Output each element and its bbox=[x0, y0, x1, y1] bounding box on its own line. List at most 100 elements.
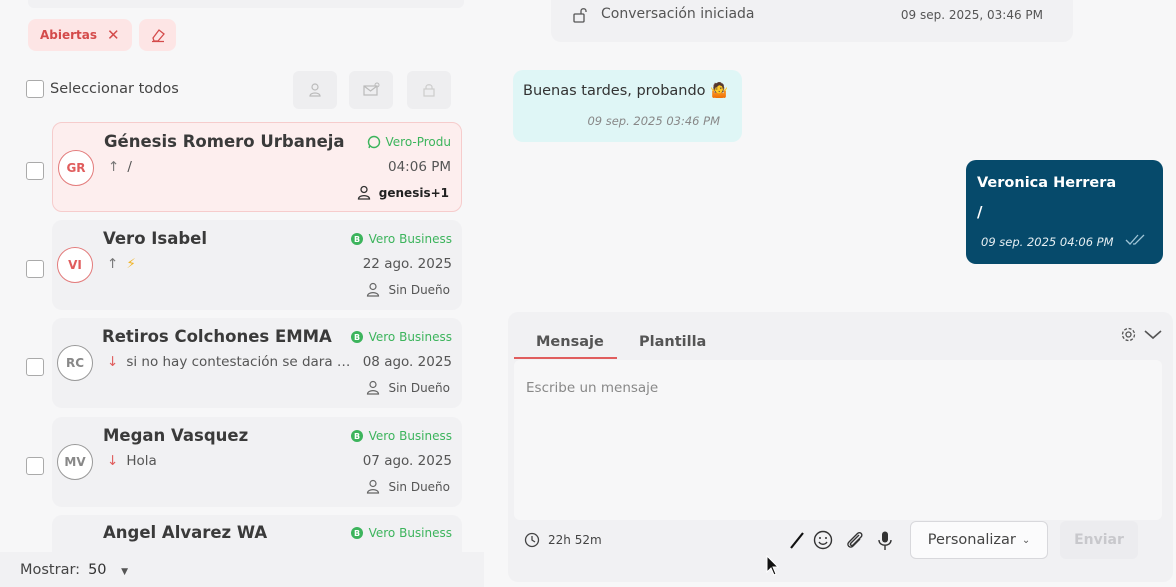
owner-name: Sin Dueño bbox=[388, 380, 450, 395]
gear-icon[interactable] bbox=[1120, 326, 1137, 343]
last-message-date: 22 ago. 2025 bbox=[362, 256, 452, 272]
lock-icon bbox=[423, 84, 435, 97]
avatar: VI bbox=[57, 247, 93, 283]
sender-name: Veronica Herrera bbox=[977, 175, 1117, 191]
assign-user-button[interactable] bbox=[293, 71, 337, 109]
business-icon: B bbox=[350, 430, 363, 442]
conversation-checkbox[interactable] bbox=[26, 162, 44, 180]
outgoing-message-text: / bbox=[977, 203, 983, 221]
outgoing-arrow-icon: ↑ bbox=[108, 159, 120, 175]
conversation-item[interactable]: GR Génesis Romero Urbaneja Vero-Produ ↑ … bbox=[52, 122, 462, 212]
incoming-arrow-icon: ↓ bbox=[107, 453, 119, 469]
user-icon bbox=[367, 282, 380, 297]
conversation-item[interactable]: MV Megan Vasquez B Vero Business ↓ Hola … bbox=[52, 417, 462, 507]
channel-name: Vero Business bbox=[368, 232, 452, 246]
conversation-item[interactable]: VI Vero Isabel B Vero Business ↑ ⚡ 22 ag… bbox=[52, 220, 462, 310]
last-message-date: 07 ago. 2025 bbox=[362, 453, 452, 469]
search-bar-edge bbox=[28, 0, 464, 8]
owner: Sin Dueño bbox=[366, 380, 450, 395]
mark-read-button[interactable] bbox=[349, 71, 393, 109]
paperclip-icon[interactable] bbox=[844, 530, 866, 550]
last-message-date: 04:06 PM bbox=[388, 159, 451, 175]
close-conversation-button[interactable] bbox=[407, 71, 451, 109]
svg-text:B: B bbox=[354, 432, 360, 441]
page-size-select[interactable]: 50 ▼ bbox=[88, 562, 128, 578]
owner: genesis+1 bbox=[357, 185, 449, 200]
mail-icon bbox=[363, 82, 380, 96]
message-composer: Mensaje Plantilla 22h 52m Personalizar ⌄… bbox=[508, 312, 1173, 582]
contact-name: Retiros Colchones EMMA bbox=[102, 327, 332, 346]
incoming-message-text: Buenas tardes, probando 🤷 bbox=[523, 83, 729, 99]
incoming-message: Buenas tardes, probando 🤷 09 sep. 2025 0… bbox=[513, 70, 742, 142]
conversation-list-panel: Abiertas ✕ Seleccionar todos GR Génesis … bbox=[0, 0, 484, 587]
incoming-arrow-icon: ↓ bbox=[107, 354, 119, 370]
pagination-footer: Mostrar: 50 ▼ bbox=[0, 552, 484, 587]
page-size-value: 50 bbox=[88, 561, 107, 578]
contact-name: Vero Isabel bbox=[103, 229, 208, 248]
chevron-down-icon[interactable] bbox=[1143, 326, 1163, 342]
clear-filters-button[interactable] bbox=[139, 19, 176, 51]
channel-name: Vero Business bbox=[368, 526, 452, 540]
show-label: Mostrar: bbox=[20, 561, 81, 578]
preview-text: Hola bbox=[126, 453, 157, 469]
conversation-checkbox[interactable] bbox=[26, 260, 44, 278]
contact-name: Megan Vasquez bbox=[103, 426, 249, 445]
conversation-checkbox[interactable] bbox=[26, 358, 44, 376]
select-all-label: Seleccionar todos bbox=[50, 81, 179, 97]
owner-name: genesis+1 bbox=[378, 185, 449, 200]
owner-name: Sin Dueño bbox=[388, 282, 450, 297]
double-check-icon bbox=[1125, 234, 1145, 245]
svg-text:B: B bbox=[354, 333, 360, 342]
channel-name: Vero-Produ bbox=[385, 135, 451, 149]
owner: Sin Dueño bbox=[366, 479, 450, 494]
app: Abiertas ✕ Seleccionar todos GR Génesis … bbox=[0, 0, 1176, 587]
customize-button[interactable]: Personalizar ⌄ bbox=[910, 521, 1048, 559]
active-tab-indicator bbox=[514, 357, 617, 359]
last-message-preview: ↑ / bbox=[108, 159, 358, 175]
outgoing-message-time: 09 sep. 2025 04:06 PM bbox=[981, 235, 1114, 249]
owner-name: Sin Dueño bbox=[388, 479, 450, 494]
system-message-text: Conversación iniciada bbox=[601, 6, 755, 22]
select-all[interactable]: Seleccionar todos bbox=[26, 80, 179, 98]
tab-message[interactable]: Mensaje bbox=[536, 334, 604, 350]
business-icon: B bbox=[350, 233, 363, 245]
preview-text: / bbox=[127, 159, 132, 175]
clock-icon bbox=[524, 532, 540, 548]
session-timer: 22h 52m bbox=[524, 532, 602, 548]
filter-chip-label: Abiertas bbox=[40, 28, 98, 42]
business-icon: B bbox=[350, 527, 363, 539]
select-all-checkbox[interactable] bbox=[26, 80, 44, 98]
pen-icon[interactable] bbox=[788, 530, 806, 550]
mouse-cursor-icon bbox=[766, 555, 780, 576]
filter-chip-open[interactable]: Abiertas ✕ bbox=[28, 19, 132, 51]
eraser-icon bbox=[151, 29, 165, 43]
microphone-icon[interactable] bbox=[876, 530, 894, 552]
whatsapp-icon bbox=[367, 135, 380, 149]
system-message-time: 09 sep. 2025, 03:46 PM bbox=[900, 8, 1043, 22]
owner: Sin Dueño bbox=[366, 282, 450, 297]
send-button[interactable]: Enviar bbox=[1060, 521, 1138, 559]
avatar: MV bbox=[57, 444, 93, 480]
business-icon: B bbox=[350, 331, 363, 343]
close-icon[interactable]: ✕ bbox=[107, 26, 120, 44]
preview-text: ⚡ bbox=[126, 256, 136, 272]
channel-badge: Vero-Produ bbox=[367, 135, 451, 149]
channel-badge: B Vero Business bbox=[350, 232, 452, 246]
contact-name: Angel Alvarez WA bbox=[103, 523, 268, 542]
user-icon bbox=[367, 479, 380, 494]
system-message: Conversación iniciada 09 sep. 2025, 03:4… bbox=[551, 0, 1073, 42]
outgoing-arrow-icon: ↑ bbox=[107, 256, 119, 272]
conversation-item[interactable]: Angel Alvarez WA B Vero Business bbox=[52, 515, 462, 552]
message-input[interactable] bbox=[514, 360, 1162, 520]
last-message-date: 08 ago. 2025 bbox=[362, 354, 452, 370]
conversation-checkbox[interactable] bbox=[26, 457, 44, 475]
conversation-item[interactable]: RC Retiros Colchones EMMA B Vero Busines… bbox=[52, 318, 462, 408]
channel-badge: B Vero Business bbox=[350, 429, 452, 443]
last-message-preview: ↓ Hola bbox=[107, 453, 357, 469]
tab-template[interactable]: Plantilla bbox=[639, 334, 706, 350]
chat-panel: Conversación iniciada 09 sep. 2025, 03:4… bbox=[496, 0, 1176, 587]
emoji-icon[interactable] bbox=[813, 530, 833, 550]
unlock-icon bbox=[573, 8, 587, 23]
user-icon bbox=[309, 83, 321, 97]
chevron-down-icon: ⌄ bbox=[1021, 534, 1031, 546]
